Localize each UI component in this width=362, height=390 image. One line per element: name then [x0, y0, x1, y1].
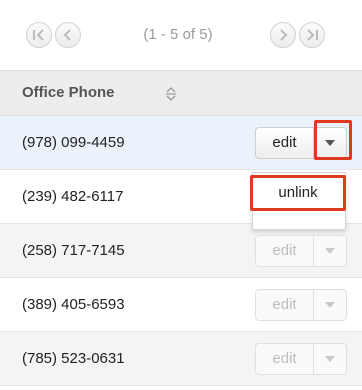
caret-down-icon	[325, 356, 335, 362]
table-row: (258) 717-7145 edit	[0, 224, 362, 278]
previous-page-button[interactable]	[55, 22, 81, 48]
table-row: (389) 405-6593 edit	[0, 278, 362, 332]
office-phone-cell: (389) 405-6593	[22, 296, 125, 313]
pagination-bar: (1 - 5 of 5)	[0, 0, 362, 71]
row-action-group: edit	[255, 235, 347, 267]
unlink-menu-item[interactable]: unlink	[250, 175, 346, 211]
edit-button[interactable]: edit	[255, 235, 313, 267]
edit-button[interactable]: edit	[255, 343, 313, 375]
actions-dropdown-toggle[interactable]	[313, 343, 347, 375]
previous-page-icon	[63, 29, 71, 41]
row-action-group: edit	[255, 289, 347, 321]
office-phone-cell: (239) 482-6117	[22, 188, 124, 205]
edit-button[interactable]: edit	[255, 289, 313, 321]
sort-icon[interactable]	[165, 86, 177, 102]
pagination-summary: (1 - 5 of 5)	[143, 26, 213, 43]
office-phone-cell: (258) 717-7145	[22, 242, 125, 259]
column-header-office-phone[interactable]: Office Phone	[0, 71, 362, 116]
caret-down-icon	[325, 248, 335, 254]
first-page-button[interactable]	[26, 22, 52, 48]
next-page-icon	[280, 29, 288, 41]
next-page-button[interactable]	[270, 22, 296, 48]
actions-dropdown-toggle[interactable]	[313, 235, 347, 267]
column-header-label: Office Phone	[22, 84, 115, 101]
office-phone-cell: (785) 523-0631	[22, 350, 125, 367]
actions-dropdown-toggle[interactable]	[313, 289, 347, 321]
row-action-group: edit	[255, 343, 347, 375]
table-row: (785) 523-0631 edit	[0, 332, 362, 386]
first-page-icon	[33, 29, 44, 41]
edit-button[interactable]: edit	[255, 127, 313, 159]
table-row: (978) 099-4459 edit	[0, 116, 362, 170]
office-phone-cell: (978) 099-4459	[22, 134, 125, 151]
last-page-button[interactable]	[299, 22, 325, 48]
caret-down-icon	[325, 302, 335, 308]
last-page-icon	[307, 29, 318, 41]
highlight-caret-callout	[314, 120, 352, 160]
